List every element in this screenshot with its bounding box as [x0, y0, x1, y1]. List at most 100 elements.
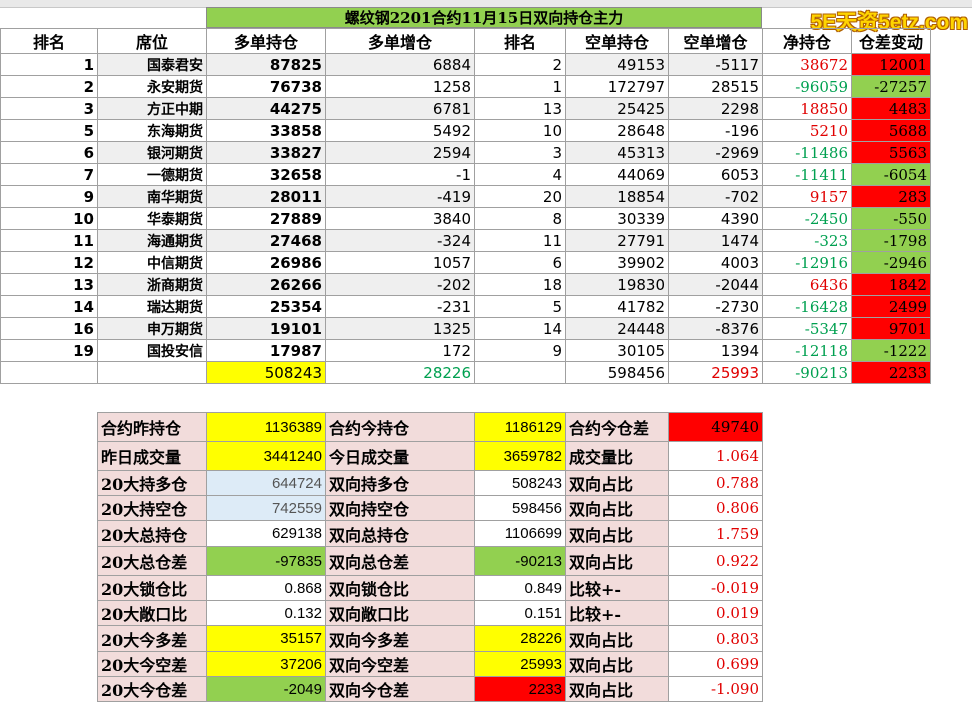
- rank-cell: 5: [0, 119, 98, 142]
- short-change-cell: 2298: [668, 97, 763, 120]
- summary-label-left: 昨日成交量: [97, 441, 207, 471]
- table-row: 14 瑞达期货 25354 -231 5 41782 -2730 -16428 2499: [0, 295, 931, 318]
- long-cell: 32658: [206, 163, 326, 186]
- totals-empty-1: [0, 361, 98, 384]
- header-long-change: 多单增仓: [325, 28, 475, 54]
- totals-empty-3: [474, 361, 566, 384]
- summary-label-right: 比较+-: [565, 575, 669, 601]
- summary-label-right: 双向占比: [565, 520, 669, 547]
- summary-value-mid: 3659782: [474, 441, 566, 471]
- sheet-title: 螺纹钢2201合约11月15日双向持仓主力: [206, 7, 762, 28]
- net-cell: -12916: [762, 251, 852, 274]
- net-cell: 5210: [762, 119, 852, 142]
- short-cell: 27791: [565, 229, 669, 252]
- diff-cell: 5688: [851, 119, 931, 142]
- short-cell: 28648: [565, 119, 669, 142]
- short-rank-cell: 3: [474, 141, 566, 164]
- summary-row: 20大持多仓 644724 双向持多仓 508243 双向占比 0.788: [97, 470, 763, 496]
- summary-label-left: 20大总持仓: [97, 520, 207, 547]
- summary-label-left: 20大今空差: [97, 651, 207, 677]
- summary-label-left: 合约昨持仓: [97, 412, 207, 442]
- summary-value-mid: 508243: [474, 470, 566, 496]
- long-cell: 19101: [206, 317, 326, 340]
- summary-row: 20大敞口比 0.132 双向敞口比 0.151 比较+- 0.019: [97, 600, 763, 626]
- table-row: 10 华泰期货 27889 3840 8 30339 4390 -2450 -550: [0, 207, 931, 230]
- long-cell: 76738: [206, 75, 326, 98]
- long-change-cell: 1258: [325, 75, 475, 98]
- short-cell: 45313: [565, 141, 669, 164]
- header-short-rank: 排名: [474, 28, 566, 54]
- diff-cell: 9701: [851, 317, 931, 340]
- summary-label-left: 20大锁仓比: [97, 575, 207, 601]
- long-change-cell: -324: [325, 229, 475, 252]
- table-row: 16 申万期货 19101 1325 14 24448 -8376 -5347 9701: [0, 317, 931, 340]
- short-change-cell: -196: [668, 119, 763, 142]
- long-cell: 27889: [206, 207, 326, 230]
- summary-value-mid: 0.849: [474, 575, 566, 601]
- short-change-cell: -2044: [668, 273, 763, 296]
- short-cell: 24448: [565, 317, 669, 340]
- summary-ratio: 0.922: [668, 546, 763, 576]
- net-cell: 6436: [762, 273, 852, 296]
- net-cell: -2450: [762, 207, 852, 230]
- rank-cell: 6: [0, 141, 98, 164]
- header-seat: 席位: [97, 28, 207, 54]
- short-cell: 19830: [565, 273, 669, 296]
- diff-cell: -550: [851, 207, 931, 230]
- summary-row: 20大持空仓 742559 双向持空仓 598456 双向占比 0.806: [97, 495, 763, 521]
- total-net: -90213: [762, 361, 852, 384]
- seat-cell: 永安期货: [97, 75, 207, 98]
- header-long: 多单持仓: [206, 28, 326, 54]
- table-row: 11 海通期货 27468 -324 11 27791 1474 -323 -1798: [0, 229, 931, 252]
- short-change-cell: 28515: [668, 75, 763, 98]
- summary-value-left: 35157: [206, 625, 326, 652]
- summary-value-left: 742559: [206, 495, 326, 521]
- net-cell: 18850: [762, 97, 852, 120]
- seat-cell: 申万期货: [97, 317, 207, 340]
- summary-table: 合约昨持仓 1136389 合约今持仓 1186129 合约今仓差 49740 昨日成交量 3…: [97, 412, 763, 702]
- diff-cell: -6054: [851, 163, 931, 186]
- summary-value-mid: 28226: [474, 625, 566, 652]
- summary-row: 20大锁仓比 0.868 双向锁仓比 0.849 比较+- -0.019: [97, 575, 763, 601]
- seat-cell: 方正中期: [97, 97, 207, 120]
- long-cell: 26266: [206, 273, 326, 296]
- summary-label-right: 成交量比: [565, 441, 669, 471]
- summary-value-left: 0.132: [206, 600, 326, 626]
- summary-value-mid: 1106699: [474, 520, 566, 547]
- summary-value-left: 0.868: [206, 575, 326, 601]
- short-cell: 172797: [565, 75, 669, 98]
- diff-cell: 4483: [851, 97, 931, 120]
- summary-ratio: 0.699: [668, 651, 763, 677]
- diff-cell: 2499: [851, 295, 931, 318]
- rank-cell: 11: [0, 229, 98, 252]
- summary-ratio: 1.759: [668, 520, 763, 547]
- summary-value-left: -2049: [206, 676, 326, 702]
- table-row: 2 永安期货 76738 1258 1 172797 28515 -96059 -27257: [0, 75, 931, 98]
- short-rank-cell: 8: [474, 207, 566, 230]
- summary-value-mid: 1186129: [474, 412, 566, 442]
- summary-value-left: 37206: [206, 651, 326, 677]
- short-rank-cell: 5: [474, 295, 566, 318]
- summary-row: 20大今多差 35157 双向今多差 28226 双向占比 0.803: [97, 625, 763, 652]
- summary-value-mid: 2233: [474, 676, 566, 702]
- long-cell: 87825: [206, 53, 326, 76]
- positions-table: 排名 席位 多单持仓 多单增仓 排名 空单持仓 空单增仓 净持仓 仓差变动 1国…: [0, 28, 931, 384]
- summary-ratio: 0.019: [668, 600, 763, 626]
- diff-cell: 5563: [851, 141, 931, 164]
- short-rank-cell: 20: [474, 185, 566, 208]
- long-change-cell: 3840: [325, 207, 475, 230]
- header-diff: 仓差变动: [851, 28, 931, 54]
- summary-value-left: 629138: [206, 520, 326, 547]
- table-row: 5 东海期货 33858 5492 10 28648 -196 5210 5688: [0, 119, 931, 142]
- total-long: 508243: [206, 361, 326, 384]
- net-cell: -96059: [762, 75, 852, 98]
- header-rank: 排名: [0, 28, 98, 54]
- summary-label-mid: 合约今持仓: [325, 412, 475, 442]
- table-row: 12 中信期货 26986 1057 6 39902 4003 -12916 -2946: [0, 251, 931, 274]
- short-change-cell: 4003: [668, 251, 763, 274]
- table-row: 19 国投安信 17987 172 9 30105 1394 -12118 -1222: [0, 339, 931, 362]
- summary-label-mid: 双向今仓差: [325, 676, 475, 702]
- summary-value-mid: 25993: [474, 651, 566, 677]
- summary-label-right: 比较+-: [565, 600, 669, 626]
- short-cell: 39902: [565, 251, 669, 274]
